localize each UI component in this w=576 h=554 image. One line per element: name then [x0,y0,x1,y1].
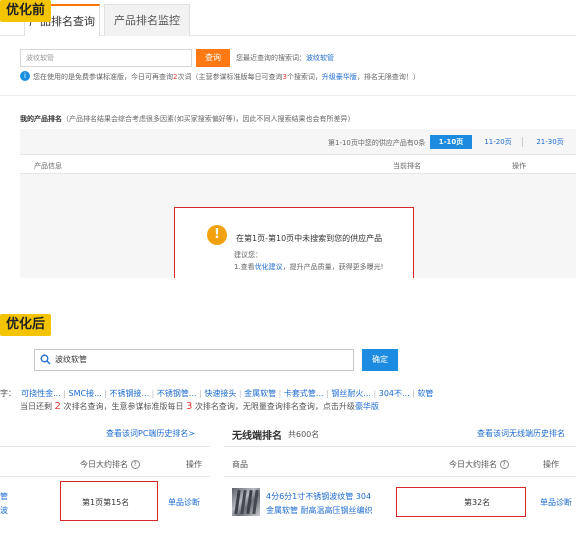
pc-col-rank-label: 今日大约排名 [80,460,128,469]
notice-text-3: 个搜索词， [286,73,322,81]
tip-suffix: ，提升产品质量，获得更多曝光! [282,263,384,271]
pc-col-rank: 今日大约排名 ? [80,459,140,470]
keyword-suggestions: 字： 可挠性金... | SMC接... | 不锈钢接... | 不锈钢管...… [0,381,433,400]
keyword-separator: | [276,389,284,398]
wireless-diagnose-button[interactable]: 单品诊断 [540,497,572,508]
keyword-link[interactable]: 不锈钢管... [157,389,197,398]
quota-text-2: 次排名查询，生意参谋标准版每日 [63,402,184,411]
tab-bar: 产品排名查询 产品排名监控 [0,0,576,36]
col-action: 操作 [512,162,526,170]
pc-rank-value: 第1页第15名 [82,498,130,507]
column-header-row [20,154,576,174]
upgrade-link[interactable]: 升级豪华版 [322,73,357,81]
keyword-separator: | [370,389,379,398]
wireless-product-name-1[interactable]: 4分6分1寸不锈钢波纹管 304 [266,491,371,502]
wireless-divider-top [224,446,576,447]
keyword-link[interactable]: 金属软管 [244,389,276,398]
search-input[interactable]: 波纹软管 [34,349,354,371]
keyword-link[interactable]: 快速接头 [204,389,236,398]
pager-separator [522,137,523,147]
quota-count-2: 3 [186,401,193,412]
product-thumbnail[interactable] [232,488,260,516]
wireless-rank-value: 第32名 [464,498,491,507]
wireless-product-name-2[interactable]: 金属软管 耐高温高压钢丝编织 [266,505,373,516]
warning-icon: ! [207,225,227,245]
tab-product-rank-monitor[interactable]: 产品排名监控 [104,4,190,36]
recent-term-link[interactable]: 波纹软管 [306,54,334,62]
help-icon[interactable]: ? [130,460,140,469]
help-icon[interactable]: ? [499,460,509,469]
wireless-col-rank: 今日大约排名 ? [449,459,509,470]
search-icon [40,354,51,365]
wireless-rank-highlight [396,487,526,517]
wireless-col-rank-label: 今日大约排名 [449,460,497,469]
pc-product-name-2[interactable]: 波 [0,505,8,516]
keyword-link[interactable]: 钢丝耐火... [331,389,371,398]
keyword-link[interactable]: SMC接... [69,389,102,398]
after-badge: 优化后 [0,314,52,336]
section-note: （产品排名结果会综合考虑很多因素(如买家搜索偏好等)，因此不同人搜索结果也会有所… [62,115,355,123]
pc-history-link[interactable]: 查看该词PC端历史排名> [106,428,195,439]
suggest-tip: 1.查看优化建议，提升产品质量，获得更多曝光! [234,262,384,272]
keyword-link[interactable]: 可挠性金... [21,389,61,398]
after-panel: 优化后 波纹软管 确定 字： 可挠性金... | SMC接... | 不锈钢接.… [0,278,576,554]
quota-notice: 当日还剩 2 次排名查询，生意参谋标准版每日 3 次排名查询，无限量查询排名查询… [20,401,379,412]
notice-text-4: ，排名无限查询！） [356,73,420,81]
query-button[interactable]: 查询 [196,49,230,67]
divider [0,95,576,96]
suggest-label: 建议您： [234,251,262,259]
keyword-separator: | [60,389,69,398]
page-21-30-button[interactable]: 21-30页 [530,135,570,149]
page-11-20-button[interactable]: 11-20页 [480,135,516,149]
empty-result-highlight [174,207,414,289]
search-input[interactable]: 波纹软管 [20,49,192,67]
tip-prefix: 1.查看 [234,263,255,271]
pc-col-action: 操作 [186,460,202,469]
keyword-link[interactable]: 不锈钢接... [110,389,150,398]
wireless-count: 共600名 [288,430,320,439]
confirm-button[interactable]: 确定 [362,349,398,371]
keyword-separator: | [149,389,157,398]
page-1-10-button[interactable]: 1-10页 [430,135,472,149]
pc-diagnose-button[interactable]: 单品诊断 [168,497,200,508]
keyword-separator: | [236,389,245,398]
keyword-link[interactable]: 卡套式管... [284,389,324,398]
my-product-rank-header: 我的产品排名（产品排名结果会综合考虑很多因素(如买家搜索偏好等)，因此不同人搜索… [20,114,354,124]
section-title: 我的产品排名 [20,115,62,123]
pager-info: 第1-10页中您的供应产品有0条 [328,139,426,147]
notice-text-2: 次词（主营参谋标准版每日可查询 [177,73,283,81]
wireless-col-action: 操作 [543,460,559,469]
upgrade-link[interactable]: 豪华版 [355,402,379,411]
wireless-divider-header [224,476,576,477]
recent-label: 您最近查询的搜索词： [236,54,306,62]
empty-title: 在第1页-第10页中未搜索到您的供应产品 [236,234,383,243]
usage-notice: 您在使用的是免费参谋标准版，今日可再查询2次词（主营参谋标准版每日可查询3个搜索… [33,72,420,82]
notice-text-1: 您在使用的是免费参谋标准版，今日可再查询 [33,73,173,81]
keyword-link[interactable]: 304不... [379,389,410,398]
before-panel: 产品排名查询 产品排名监控 优化前 波纹软管 查询 您最近查询的搜索词：波纹软管… [0,0,576,289]
quota-text-3: 次排名查询，无限量查询排名查询，点击升级 [194,402,355,411]
col-current-rank: 当前排名 [393,162,421,170]
col-product-info: 产品信息 [34,162,62,170]
wireless-title: 无线端排名 [232,431,282,442]
pc-product-name-1[interactable]: 管 [0,491,8,502]
info-icon: i [20,71,30,81]
quota-count-1: 2 [54,401,61,412]
wireless-history-link[interactable]: 查看该词无线端历史排名 [477,428,565,439]
quota-text-1: 当日还剩 [20,402,52,411]
wireless-col-product: 商品 [232,460,248,469]
before-badge: 优化前 [0,0,52,22]
optimize-suggestion-link[interactable]: 优化建议 [255,263,283,271]
recent-search: 您最近查询的搜索词：波纹软管 [236,53,334,63]
keywords-prefix: 字： [0,389,16,398]
pc-divider-top [0,446,210,447]
keyword-link[interactable]: 软管 [417,389,433,398]
keyword-separator: | [101,389,110,398]
pc-divider-header [0,476,210,477]
